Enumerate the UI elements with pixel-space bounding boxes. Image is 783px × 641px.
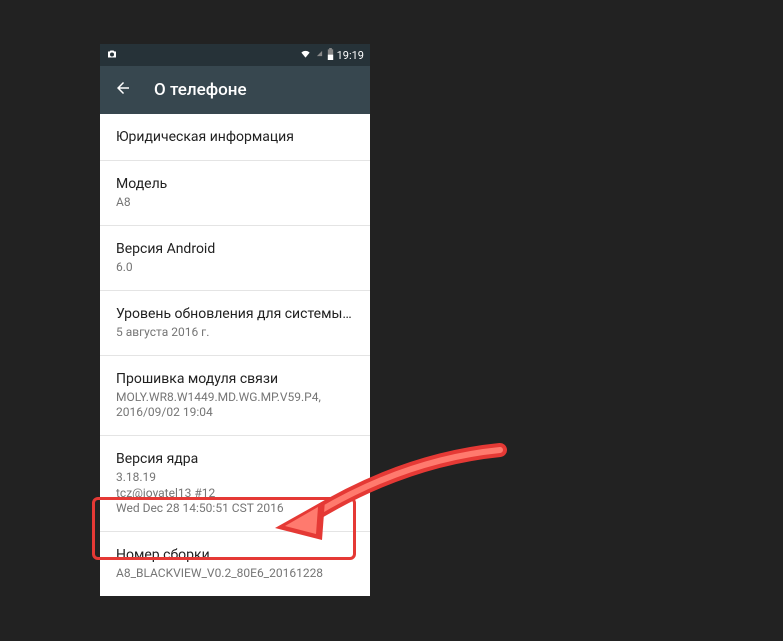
- list-item-kernel[interactable]: Версия ядра 3.18.19 tcz@joyatel13 #12 We…: [100, 436, 370, 532]
- item-title: Прошивка модуля связи: [116, 370, 354, 388]
- status-time: 19:19: [337, 49, 364, 62]
- item-subtitle: 6.0: [116, 260, 354, 276]
- wifi-icon: [299, 48, 312, 62]
- item-subtitle: A8: [116, 195, 354, 211]
- item-title: Юридическая информация: [116, 128, 354, 146]
- item-title: Версия Android: [116, 240, 354, 258]
- back-icon[interactable]: [114, 79, 132, 101]
- settings-list: Юридическая информация Модель A8 Версия …: [100, 114, 370, 596]
- page-title: О телефоне: [154, 80, 247, 100]
- list-item-build-number[interactable]: Номер сборки A8_BLACKVIEW_V0.2_80E6_2016…: [100, 532, 370, 596]
- item-title: Уровень обновления для системы безопа…: [116, 305, 354, 323]
- item-title: Версия ядра: [116, 450, 354, 468]
- item-subtitle: A8_BLACKVIEW_V0.2_80E6_20161228: [116, 566, 354, 582]
- list-item-security-patch[interactable]: Уровень обновления для системы безопа… 5…: [100, 291, 370, 356]
- phone-screen: 19:19 О телефоне Юридическая информация …: [100, 44, 370, 596]
- list-item-model[interactable]: Модель A8: [100, 161, 370, 226]
- app-bar: О телефоне: [100, 66, 370, 114]
- item-title: Номер сборки: [116, 546, 354, 564]
- list-item-legal[interactable]: Юридическая информация: [100, 114, 370, 161]
- list-item-android-version[interactable]: Версия Android 6.0: [100, 226, 370, 291]
- no-sim-icon: [315, 48, 324, 62]
- item-title: Модель: [116, 175, 354, 193]
- item-subtitle: MOLY.WR8.W1449.MD.WG.MP.V59.P4, 2016/09/…: [116, 390, 354, 421]
- battery-icon: [327, 48, 334, 63]
- camera-icon: [106, 48, 118, 63]
- item-subtitle: 3.18.19 tcz@joyatel13 #12 Wed Dec 28 14:…: [116, 470, 354, 517]
- list-item-baseband[interactable]: Прошивка модуля связи MOLY.WR8.W1449.MD.…: [100, 356, 370, 436]
- status-bar: 19:19: [100, 44, 370, 66]
- item-subtitle: 5 августа 2016 г.: [116, 325, 354, 341]
